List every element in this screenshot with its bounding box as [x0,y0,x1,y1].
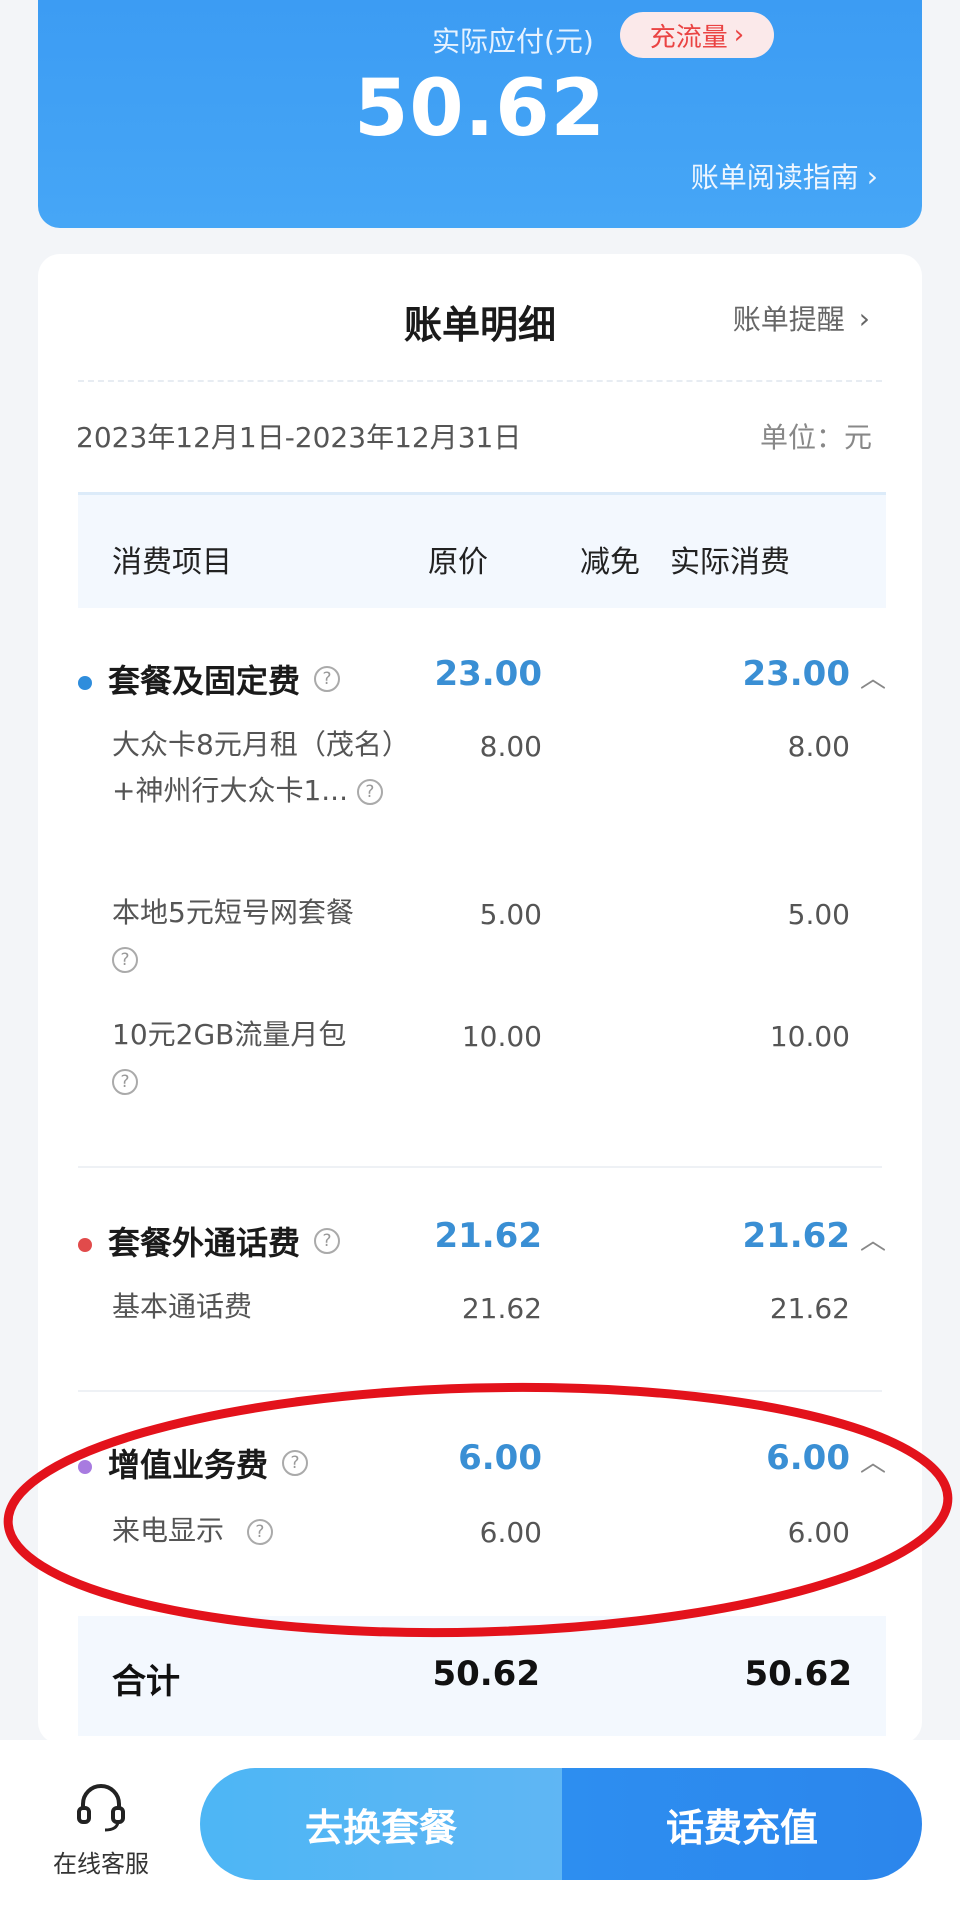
item-actual: 8.00 [787,730,850,763]
section-title-text: 增值业务费 [108,1446,269,1484]
question-circle-icon[interactable]: ? [246,1519,273,1545]
section-actual: 23.00 [742,654,850,694]
question-circle-icon[interactable]: ? [112,1069,138,1095]
item-original: 6.00 [479,1516,542,1549]
billing-period: 2023年12月1日-2023年12月31日 [76,421,522,454]
section-dot [78,1238,92,1252]
amount-label: 实际应付(元) [432,25,594,58]
chevron-up-icon[interactable]: ︿ [860,658,886,695]
amount-header: 实际应付(元) 充流量 › 50.62 账单阅读指南 › [38,0,922,228]
column-actual: 实际消费 [670,545,790,580]
item-original: 21.62 [461,1292,542,1325]
section-title: 套餐及固定费 ? [108,656,341,702]
bill-guide-link[interactable]: 账单阅读指南 › [691,156,878,196]
recharge-data-button[interactable]: 充流量 › [620,12,774,58]
question-circle-icon[interactable]: ? [314,666,341,692]
chevron-right-icon: › [733,20,745,50]
item-name-text: 大众卡8元月租（茂名）+神州行大众卡1... [112,728,396,807]
section-dot [78,1460,92,1474]
recharge-data-label: 充流量 [649,22,728,53]
section-value-added-fees[interactable]: 增值业务费 ? 6.00 6.00 ︿ 来电显示 ? 6.00 6.00 [38,1438,922,1568]
item-actual: 6.00 [787,1516,850,1549]
bottom-action-bar: 在线客服 去换套餐 话费充值 [0,1740,960,1913]
item-original: 10.00 [461,1020,542,1053]
online-service-label: 在线客服 [53,1850,149,1878]
section-original: 23.00 [434,654,542,694]
table-header: 消费项目 原价 减免 实际消费 [78,492,886,608]
divider [78,1166,882,1168]
section-package-fees[interactable]: 套餐及固定费 ? 23.00 23.00 ︿ 大众卡8元月租（茂名）+神州行大众… [38,654,922,1124]
list-item-name: 基本通话费 [112,1284,402,1330]
section-actual: 21.62 [742,1216,850,1256]
bill-guide-label: 账单阅读指南 [690,161,859,194]
list-item-name: 10元2GB流量月包 ? [112,1012,402,1104]
section-actual: 6.00 [766,1438,850,1478]
column-original: 原价 [428,545,488,580]
amount-due: 50.62 [354,64,606,154]
bill-reminder-label: 账单提醒 [732,303,845,336]
bill-detail-card: 账单明细 账单提醒 › 2023年12月1日-2023年12月31日 单位：元 … [38,254,922,1744]
item-name-text: 来电显示 [112,1514,225,1547]
section-title-text: 套餐及固定费 [108,662,301,700]
bill-reminder-link[interactable]: 账单提醒 › [733,298,870,338]
section-original: 6.00 [458,1438,542,1478]
item-name-text: 10元2GB流量月包 [112,1018,347,1051]
question-circle-icon[interactable]: ? [282,1450,309,1476]
total-row: 合计 50.62 50.62 [78,1616,886,1736]
unit-label: 单位：元 [759,421,872,454]
item-name-text: 基本通话费 [112,1290,253,1323]
section-title: 套餐外通话费 ? [108,1218,341,1264]
section-dot [78,676,92,690]
section-extra-call-fees[interactable]: 套餐外通话费 ? 21.62 21.62 ︿ 基本通话费 21.62 21.62 [38,1216,922,1346]
recharge-button[interactable]: 话费充值 [562,1768,922,1880]
total-label: 合计 [112,1662,180,1702]
column-discount: 减免 [580,545,640,580]
switch-plan-button[interactable]: 去换套餐 [200,1768,562,1880]
question-circle-icon[interactable]: ? [314,1228,341,1254]
item-actual: 10.00 [769,1020,850,1053]
item-original: 8.00 [479,730,542,763]
total-actual: 50.62 [744,1654,852,1694]
list-item-name: 大众卡8元月租（茂名）+神州行大众卡1... ? [112,722,402,814]
question-circle-icon[interactable]: ? [356,779,383,805]
list-item-name: 本地5元短号网套餐 ? [112,890,402,982]
chevron-right-icon: › [866,159,878,193]
section-title-text: 套餐外通话费 [108,1224,301,1262]
total-original: 50.62 [432,1654,540,1694]
chevron-up-icon[interactable]: ︿ [860,1220,886,1257]
item-actual: 21.62 [769,1292,850,1325]
item-actual: 5.00 [787,898,850,931]
item-name-text: 本地5元短号网套餐 [112,896,354,929]
divider [78,1390,882,1392]
headset-icon [77,1784,125,1832]
chevron-up-icon[interactable]: ︿ [860,1442,886,1479]
section-title: 增值业务费 ? [108,1440,309,1486]
divider [78,380,882,382]
list-item-name: 来电显示 ? [112,1508,402,1554]
item-original: 5.00 [479,898,542,931]
section-original: 21.62 [434,1216,542,1256]
question-circle-icon[interactable]: ? [112,947,138,973]
chevron-right-icon: › [858,301,870,335]
online-service-button[interactable]: 在线客服 [46,1780,156,1879]
column-item: 消费项目 [112,545,232,580]
